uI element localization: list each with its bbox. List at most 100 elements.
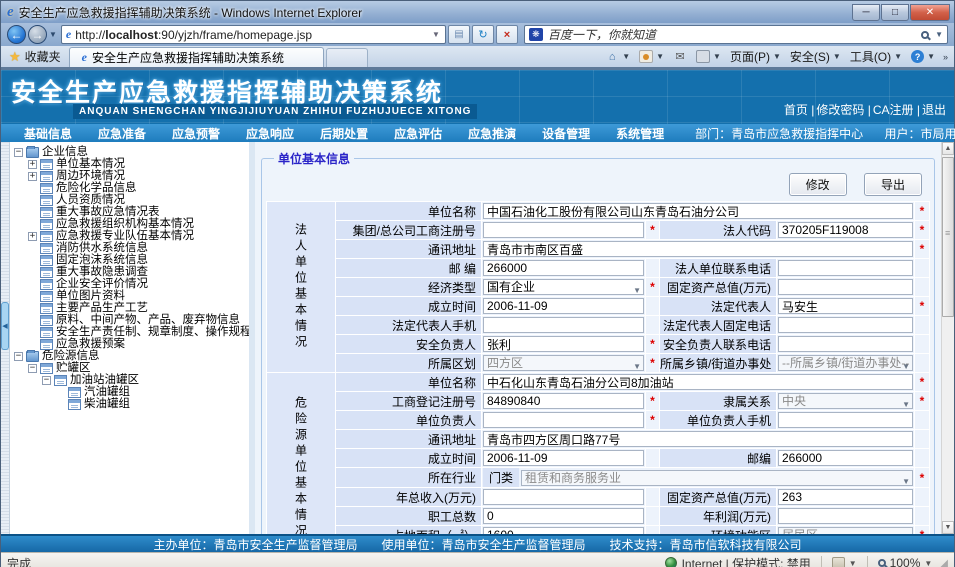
zoom-dropdown-icon[interactable]: ▼ [924, 559, 932, 567]
tree-item-label[interactable]: 固定泡沫系统信息 [56, 254, 148, 266]
close-button[interactable]: ✕ [910, 4, 950, 21]
nav-item[interactable]: 应急准备 [98, 125, 146, 142]
field-input[interactable] [778, 450, 913, 466]
tree-item-label[interactable]: 重大事故隐患调查 [56, 266, 148, 278]
nav-item[interactable]: 后期处置 [320, 125, 368, 142]
back-button[interactable]: ← [7, 25, 26, 44]
tree-item-label[interactable]: 危险源信息 [42, 350, 100, 362]
tree-item-label[interactable]: 重大事故应急情况表 [56, 206, 160, 218]
field-input[interactable] [483, 260, 644, 276]
left-splitter[interactable]: ◀ [1, 142, 10, 534]
field-input[interactable] [778, 489, 913, 505]
protected-mode-icon[interactable] [832, 557, 845, 567]
history-dropdown-icon[interactable]: ▼ [49, 30, 57, 39]
field-select[interactable]: 租赁和商务服务业▼ [521, 470, 913, 486]
tree-item-label[interactable]: 汽油罐组 [84, 386, 130, 398]
collapse-icon[interactable]: − [28, 364, 37, 373]
tree-item-label[interactable]: 企业安全评价情况 [56, 278, 148, 290]
page-menu[interactable]: 页面(P)▼ [730, 48, 781, 65]
nav-item[interactable]: 应急评估 [394, 125, 442, 142]
tree-item-label[interactable]: 人员资质情况 [56, 194, 125, 206]
field-input[interactable] [483, 336, 644, 352]
new-tab-button[interactable] [326, 48, 368, 67]
field-input[interactable] [778, 317, 913, 333]
active-tab[interactable]: e 安全生产应急救援指挥辅助决策系统 [69, 47, 324, 67]
field-input[interactable] [483, 222, 644, 238]
favorites-button[interactable]: ★ 收藏夹 [1, 46, 69, 67]
tree-item-label[interactable]: 周边环境情况 [56, 170, 125, 182]
forward-button[interactable]: → [28, 25, 47, 44]
collapse-icon[interactable]: − [42, 376, 51, 385]
export-button[interactable]: 导出 [864, 173, 922, 196]
scroll-up-icon[interactable]: ▲ [942, 142, 954, 155]
field-input[interactable] [483, 241, 913, 257]
scroll-down-icon[interactable]: ▼ [942, 521, 954, 534]
resize-grip[interactable]: ◢ [940, 558, 948, 567]
field-input[interactable] [483, 527, 644, 534]
field-input[interactable] [778, 222, 913, 238]
field-input[interactable] [778, 298, 913, 314]
search-input[interactable]: ❋ 百度一下，你就知道 ▼ [524, 25, 948, 44]
zone-dropdown-icon[interactable]: ▼ [849, 559, 857, 567]
field-select[interactable]: 中央▼ [778, 393, 913, 409]
form-scrollbar[interactable]: ▲ ▼ [941, 142, 954, 534]
scrollbar-thumb[interactable] [942, 157, 954, 317]
nav-item[interactable]: 应急响应 [246, 125, 294, 142]
stop-button[interactable]: × [496, 25, 518, 44]
url-field[interactable]: e http://localhost:90/yjzh/frame/homepag… [61, 25, 446, 44]
nav-item[interactable]: 应急预警 [172, 125, 220, 142]
tree-item-label[interactable]: 柴油罐组 [84, 398, 130, 410]
expand-icon[interactable]: + [28, 232, 37, 241]
tree-item-label[interactable]: 加油站油罐区 [70, 374, 139, 386]
tree-item-label[interactable]: 应急救援专业队伍基本情况 [56, 230, 194, 242]
field-input[interactable] [483, 374, 913, 390]
refresh-button[interactable]: ↻ [472, 25, 494, 44]
field-input[interactable] [778, 508, 913, 524]
tree-item-label[interactable]: 安全生产责任制、规章制度、操作规程信息 [56, 326, 249, 338]
banner-link[interactable]: 首页 [784, 103, 808, 117]
field-select[interactable]: --所属乡镇/街道办事处--▼ [778, 355, 913, 371]
banner-link[interactable]: 退出 [922, 103, 946, 117]
zoom-icon[interactable] [878, 559, 886, 567]
field-input[interactable] [778, 260, 913, 276]
compatibility-view-icon[interactable]: ▤ [448, 25, 470, 44]
field-input[interactable] [483, 393, 644, 409]
tree-item-label[interactable]: 应急救援组织机构基本情况 [56, 218, 194, 230]
modify-button[interactable]: 修改 [789, 173, 847, 196]
field-select[interactable]: 居民区▼ [778, 527, 913, 534]
tree-item-label[interactable]: 应急救援预案 [56, 338, 125, 350]
minimize-button[interactable]: ─ [852, 4, 880, 21]
read-mail-button[interactable]: ✉ [673, 50, 687, 63]
expand-icon[interactable]: + [28, 160, 37, 169]
tree-item-label[interactable]: 消防供水系统信息 [56, 242, 148, 254]
field-input[interactable] [483, 412, 644, 428]
help-menu[interactable]: ?▼ [911, 50, 935, 63]
feeds-button[interactable]: ▼ [639, 50, 664, 63]
url-dropdown-icon[interactable]: ▼ [430, 30, 442, 39]
tree-item-label[interactable]: 主要产品生产工艺 [56, 302, 148, 314]
search-dropdown-icon[interactable]: ▼ [935, 30, 943, 39]
expand-icon[interactable]: + [28, 172, 37, 181]
field-input[interactable] [483, 450, 644, 466]
field-input[interactable] [778, 336, 913, 352]
collapse-icon[interactable]: − [14, 148, 23, 157]
splitter-collapse-handle[interactable]: ◀ [1, 302, 9, 350]
tools-menu[interactable]: 工具(O)▼ [850, 48, 902, 65]
tree-item-label[interactable]: 企业信息 [42, 146, 88, 158]
field-input[interactable] [778, 279, 913, 295]
tree-item-label[interactable]: 原料、中间产物、产品、废弃物信息 [56, 314, 240, 326]
home-button[interactable]: ⌂▼ [605, 50, 630, 63]
nav-item[interactable]: 应急推演 [468, 125, 516, 142]
maximize-button[interactable]: □ [881, 4, 909, 21]
field-input[interactable] [483, 203, 913, 219]
field-input[interactable] [483, 317, 644, 333]
search-icon[interactable] [921, 31, 929, 39]
tree-item-label[interactable]: 单位图片资料 [56, 290, 125, 302]
banner-link[interactable]: 修改密码 [816, 103, 864, 117]
safety-menu[interactable]: 安全(S)▼ [790, 48, 841, 65]
field-select[interactable]: 国有企业▼ [483, 279, 644, 295]
field-input[interactable] [778, 412, 913, 428]
field-input[interactable] [483, 298, 644, 314]
nav-item[interactable]: 系统管理 [616, 125, 664, 142]
nav-item[interactable]: 基础信息 [24, 125, 72, 142]
